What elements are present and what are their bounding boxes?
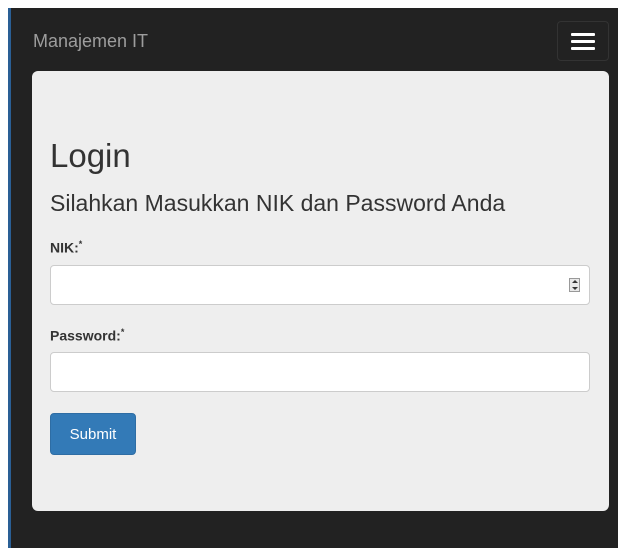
password-label-text: Password: [50,327,121,344]
nik-label: NIK:* [50,239,82,256]
required-marker: * [120,327,125,337]
login-panel: Login Silahkan Masukkan NIK dan Password… [32,71,609,511]
number-spinner-icon[interactable] [569,278,580,292]
app-window: Manajemen IT Login Silahkan Masukkan NIK… [8,8,618,548]
hamburger-menu-icon [571,32,595,36]
navbar-toggle-button[interactable] [557,21,609,61]
spinner-up-icon[interactable] [571,280,578,283]
hamburger-menu-icon [571,46,595,50]
navbar-brand[interactable]: Manajemen IT [33,29,148,53]
page-title: Login [50,137,131,174]
navbar: Manajemen IT [11,8,618,71]
password-input[interactable] [50,352,590,392]
nik-label-text: NIK: [50,239,79,256]
login-subtitle: Silahkan Masukkan NIK dan Password Anda [50,190,506,216]
nik-input[interactable] [50,265,590,305]
password-label: Password:* [50,327,124,344]
required-marker: * [78,239,83,249]
hamburger-menu-icon [571,39,595,43]
submit-button[interactable]: Submit [50,413,136,455]
spinner-down-icon[interactable] [571,287,578,290]
